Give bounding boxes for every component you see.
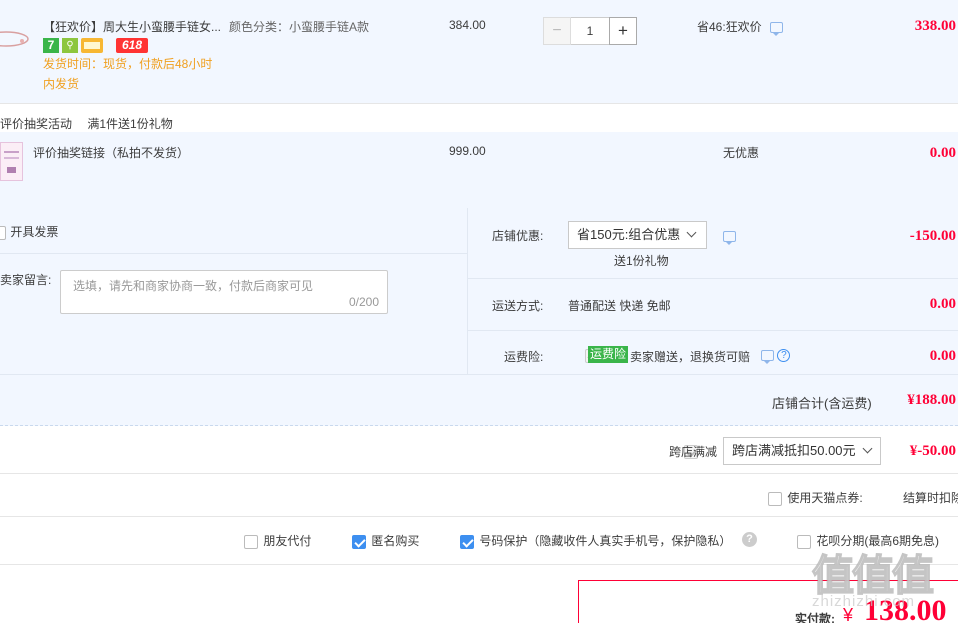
promo-618-icon: 618 — [116, 37, 148, 53]
help-icon[interactable]: ? — [742, 532, 757, 547]
invoice-checkbox[interactable] — [0, 225, 6, 240]
seven-day-return-icon: 7 — [43, 37, 59, 53]
shipping-amount: 0.00 — [929, 296, 956, 312]
shop-total: ¥188.00 — [907, 392, 956, 408]
quantity-stepper[interactable]: − 1 + — [543, 17, 638, 45]
insurance-icons: ? — [761, 348, 791, 365]
chat-icon[interactable] — [723, 231, 736, 246]
divider — [0, 374, 958, 375]
tmall-points-option[interactable]: 使用天猫点券: — [768, 489, 863, 506]
anonymous-checkbox[interactable] — [352, 534, 366, 549]
shipping-label: 运送方式: — [492, 299, 544, 313]
pay-label: 实付款: — [795, 612, 835, 623]
ship-time-note-2: 内发货 — [43, 77, 80, 91]
tmall-points-checkbox[interactable] — [768, 491, 782, 506]
qty-input[interactable]: 1 — [571, 17, 609, 45]
message-placeholder: 选填，请先和商家协商一致，付款后商家可见 — [73, 279, 314, 293]
divider — [0, 516, 958, 517]
item-title-link[interactable]: 【狂欢价】周大生小蛮腰手链女... — [43, 18, 228, 35]
item2-unit-price: 999.00 — [449, 144, 486, 158]
chevron-down-icon — [862, 443, 872, 454]
insurance-label: 运费险: — [504, 350, 544, 364]
insurance-amount: 0.00 — [929, 348, 956, 364]
item-unit-price: 384.00 — [449, 18, 486, 32]
chat-icon[interactable] — [761, 350, 774, 365]
card-icon — [81, 37, 103, 53]
gift-group-header: 评价抽奖活动 满1件送1份礼物 — [0, 117, 173, 131]
shop-discount-label: 店铺优惠: — [492, 229, 544, 243]
divider — [468, 330, 958, 331]
divider — [0, 473, 958, 474]
item-promo: 省46:狂欢价 — [697, 18, 784, 37]
number-protect-option[interactable]: 号码保护（隐藏收件人真实手机号，保护隐私） — [460, 532, 731, 549]
panel-vertical-divider — [467, 208, 468, 374]
ship-time-note: 发货时间：现货，付款后48小时 — [43, 57, 213, 71]
invoice-option[interactable]: 开具发票 — [0, 223, 58, 240]
item-sku: 颜色分类：小蛮腰手链A款 — [229, 20, 370, 34]
shop-discount-amount: -150.00 — [909, 228, 956, 244]
tmall-points-note: 结算时扣除 — [903, 491, 958, 505]
cross-store-amount: ¥-50.00 — [909, 443, 956, 459]
item2-total: 0.00 — [929, 145, 956, 161]
shop-discount-gift: 送1份礼物 — [614, 254, 669, 268]
divider — [0, 253, 467, 254]
item2-title-link[interactable]: 评价抽奖链接（私拍不发货） — [33, 144, 189, 161]
cross-store-label: 跨店满减 — [669, 445, 718, 459]
shop-total-label: 店铺合计(含运费) — [772, 396, 872, 411]
product-image-lottery[interactable] — [0, 142, 23, 181]
divider — [0, 103, 958, 104]
divider — [468, 278, 958, 279]
help-icon[interactable]: ? — [777, 349, 791, 363]
insurance-text: 卖家赠送，退换货可赔 — [630, 350, 751, 364]
huabei-checkbox[interactable] — [797, 534, 811, 549]
qty-minus-button[interactable]: − — [543, 17, 571, 45]
chevron-down-icon — [686, 227, 697, 238]
seller-message-field[interactable]: 选填，请先和商家协商一致，付款后商家可见 0/200 — [60, 270, 388, 314]
message-char-count: 0/200 — [348, 295, 379, 309]
watermark-domain: zhizhizhi.com — [812, 593, 916, 610]
shipping-value: 普通配送 快递 免邮 — [568, 299, 671, 313]
guarantee-icon: ⚲ — [62, 37, 78, 53]
item-total: 338.00 — [914, 18, 956, 34]
message-label: 卖家留言: — [0, 273, 52, 287]
badge-row: 7 ⚲ 618 — [43, 37, 148, 53]
insurance-tag: 运费险 — [588, 346, 629, 363]
shop-discount-select[interactable]: 省150元:组合优惠 — [568, 221, 707, 249]
cross-store-select[interactable]: 跨店满减抵扣50.00元 — [723, 437, 881, 465]
friend-pay-checkbox[interactable] — [244, 534, 258, 549]
anonymous-option[interactable]: 匿名购买 — [352, 532, 419, 549]
qty-plus-button[interactable]: + — [609, 17, 637, 45]
number-protect-checkbox[interactable] — [460, 534, 474, 549]
product-image-bracelet[interactable] — [0, 28, 30, 50]
item2-promo: 无优惠 — [723, 146, 760, 160]
friend-pay-option[interactable]: 朋友代付 — [244, 532, 311, 549]
chat-icon[interactable] — [770, 22, 784, 37]
